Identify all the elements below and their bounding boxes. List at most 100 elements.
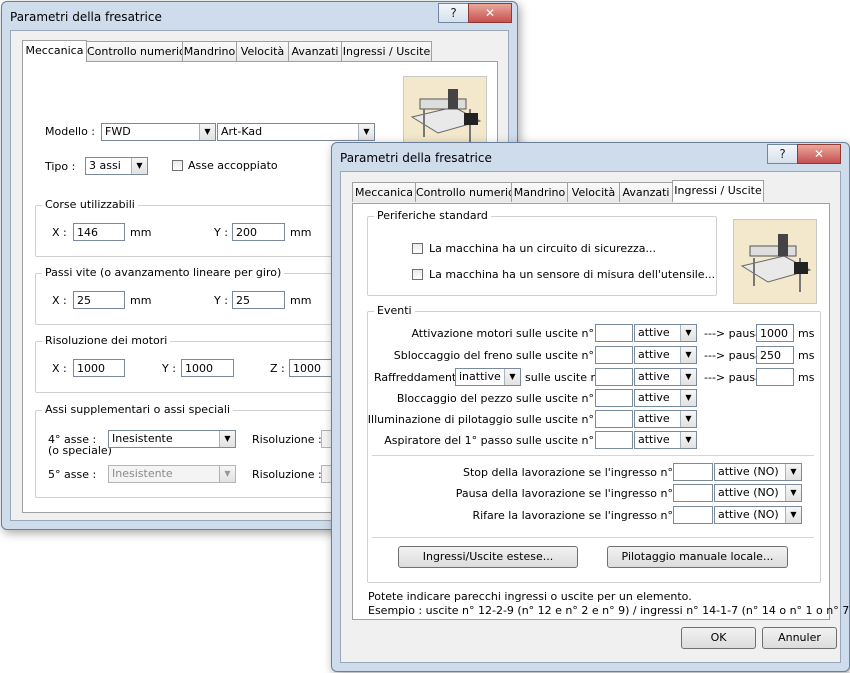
motor-activation-state-value: attive — [638, 326, 670, 339]
model-name-select[interactable]: Art-Kad ▼ — [217, 123, 375, 141]
cooling-state-select[interactable]: attive ▼ — [634, 368, 697, 386]
aspirator-state-select[interactable]: attive ▼ — [634, 431, 697, 449]
type-select[interactable]: 3 assi ▼ — [85, 157, 148, 175]
pitch-x-label: X : — [52, 294, 67, 307]
brake-release-pause-label: ---> pausa — [704, 349, 762, 362]
safety-circuit-checkbox[interactable] — [412, 243, 423, 254]
cooling-unit: ms — [798, 371, 815, 384]
motor-activation-pause-input[interactable]: 1000 — [756, 324, 794, 342]
redo-input-label: Rifare la lavorazione se l'ingresso n° — [472, 509, 673, 522]
tab-ingressi-uscite[interactable]: Ingressi / Uscite — [341, 41, 432, 61]
workpiece-clamp-state-select[interactable]: attive ▼ — [634, 389, 697, 407]
aspirator-output-input[interactable] — [595, 431, 633, 449]
back-titlebar[interactable]: Parametri della fresatrice ? ✕ — [2, 2, 517, 30]
chevron-down-icon: ▼ — [680, 390, 696, 406]
machine-image — [403, 76, 487, 152]
stroke-y-unit: mm — [290, 226, 312, 239]
redo-input-field[interactable] — [673, 506, 713, 524]
axis5-resolution-label: Risoluzione : — [252, 468, 322, 481]
chevron-down-icon: ▼ — [680, 369, 696, 385]
chevron-down-icon: ▼ — [219, 466, 235, 482]
axis5-value: Inesistente — [112, 467, 173, 480]
close-button[interactable]: ✕ — [797, 144, 841, 164]
lighting-output-input[interactable] — [595, 410, 633, 428]
manual-control-button[interactable]: Pilotaggio manuale locale... — [607, 546, 788, 568]
ok-button[interactable]: OK — [681, 627, 756, 649]
front-titlebar[interactable]: Parametri della fresatrice ? ✕ — [332, 143, 849, 171]
model-name-value: Art-Kad — [221, 125, 263, 138]
chevron-down-icon: ▼ — [785, 485, 801, 501]
tab-velocita[interactable]: Velocità — [236, 41, 289, 61]
tool-sensor-checkbox[interactable] — [412, 269, 423, 280]
stop-input-field[interactable] — [673, 463, 713, 481]
brake-release-pause-input[interactable]: 250 — [756, 346, 794, 364]
chevron-down-icon: ▼ — [680, 432, 696, 448]
model-brand-select[interactable]: FWD ▼ — [101, 123, 216, 141]
motor-activation-output-input[interactable] — [595, 324, 633, 342]
tab-meccanica[interactable]: Meccanica — [352, 182, 416, 202]
cooling-pause-label: ---> pausa — [704, 371, 762, 384]
chevron-down-icon: ▼ — [785, 507, 801, 523]
close-button[interactable]: ✕ — [468, 3, 512, 23]
note-line-2: Esempio : uscite n° 12-2-9 (n° 12 e n° 2… — [368, 604, 850, 617]
events-separator-1 — [372, 455, 814, 456]
tab-avanzati[interactable]: Avanzati — [619, 182, 673, 202]
tab-controllo-numerico[interactable]: Controllo numerico — [415, 182, 521, 202]
tab-mandrino[interactable]: Mandrino — [182, 41, 237, 61]
motor-activation-label: Attivazione motori sulle uscite n° — [411, 327, 594, 340]
stroke-x-label: X : — [52, 226, 67, 239]
res-y-input[interactable]: 1000 — [181, 359, 234, 377]
model-label: Modello : — [45, 125, 96, 138]
cooling-mode-value: inattive — [459, 370, 501, 383]
brake-release-output-input[interactable] — [595, 346, 633, 364]
io-panel: Periferiche standard La macchina ha un c… — [352, 203, 850, 620]
cooling-pause-input[interactable] — [756, 368, 794, 386]
note-line-1: Potete indicare parecchi ingressi o usci… — [368, 590, 692, 603]
cooling-outputs-label: sulle uscite n° — [525, 371, 603, 384]
stroke-y-input[interactable]: 200 — [232, 223, 285, 241]
cooling-state-value: attive — [638, 370, 670, 383]
help-button[interactable]: ? — [767, 144, 798, 164]
pitch-x-unit: mm — [130, 294, 152, 307]
brake-release-state-select[interactable]: attive ▼ — [634, 346, 697, 364]
stroke-x-unit: mm — [130, 226, 152, 239]
axis4-select[interactable]: Inesistente ▼ — [108, 430, 236, 448]
tab-mandrino[interactable]: Mandrino — [511, 182, 568, 202]
stop-input-label: Stop della lavorazione se l'ingresso n° — [463, 466, 673, 479]
chevron-down-icon: ▼ — [219, 431, 235, 447]
pause-input-field[interactable] — [673, 484, 713, 502]
pitch-legend: Passi vite (o avanzamento lineare per gi… — [42, 266, 285, 279]
stroke-x-input[interactable]: 146 — [73, 223, 125, 241]
redo-input-state-value: attive (NO) — [718, 508, 779, 521]
coupled-axis-checkbox[interactable] — [172, 160, 183, 171]
front-dialog-title: Parametri della fresatrice — [340, 151, 492, 165]
motor-activation-state-select[interactable]: attive ▼ — [634, 324, 697, 342]
tab-avanzati[interactable]: Avanzati — [288, 41, 342, 61]
pitch-x-input[interactable]: 25 — [73, 291, 125, 309]
workpiece-clamp-output-input[interactable] — [595, 389, 633, 407]
axis5-select[interactable]: Inesistente ▼ — [108, 465, 236, 483]
tab-velocita[interactable]: Velocità — [567, 182, 620, 202]
cooling-output-input[interactable] — [595, 368, 633, 386]
stop-input-state-select[interactable]: attive (NO) ▼ — [714, 463, 802, 481]
pitch-y-input[interactable]: 25 — [232, 291, 285, 309]
res-x-input[interactable]: 1000 — [73, 359, 125, 377]
tab-ingressi-uscite[interactable]: Ingressi / Uscite — [672, 180, 764, 202]
pause-input-state-select[interactable]: attive (NO) ▼ — [714, 484, 802, 502]
aspirator-state-value: attive — [638, 433, 670, 446]
res-z-label: Z : — [270, 362, 285, 375]
cancel-button[interactable]: Annuler — [762, 627, 837, 649]
lighting-state-select[interactable]: attive ▼ — [634, 410, 697, 428]
type-value: 3 assi — [89, 159, 121, 172]
stroke-y-label: Y : — [214, 226, 228, 239]
brake-release-label: Sbloccaggio del freno sulle uscite n° — [393, 349, 594, 362]
tool-sensor-label: La macchina ha un sensore di misura dell… — [429, 268, 716, 281]
extended-io-button[interactable]: Ingressi/Uscite estese... — [398, 546, 578, 568]
axis4-value: Inesistente — [112, 432, 173, 445]
redo-input-state-select[interactable]: attive (NO) ▼ — [714, 506, 802, 524]
tab-controllo-numerico[interactable]: Controllo numerico — [86, 41, 192, 61]
help-button[interactable]: ? — [438, 3, 469, 23]
tab-meccanica[interactable]: Meccanica — [22, 40, 87, 62]
axis4-resolution-label: Risoluzione : — [252, 433, 322, 446]
cooling-mode-select[interactable]: inattive ▼ — [455, 368, 521, 386]
